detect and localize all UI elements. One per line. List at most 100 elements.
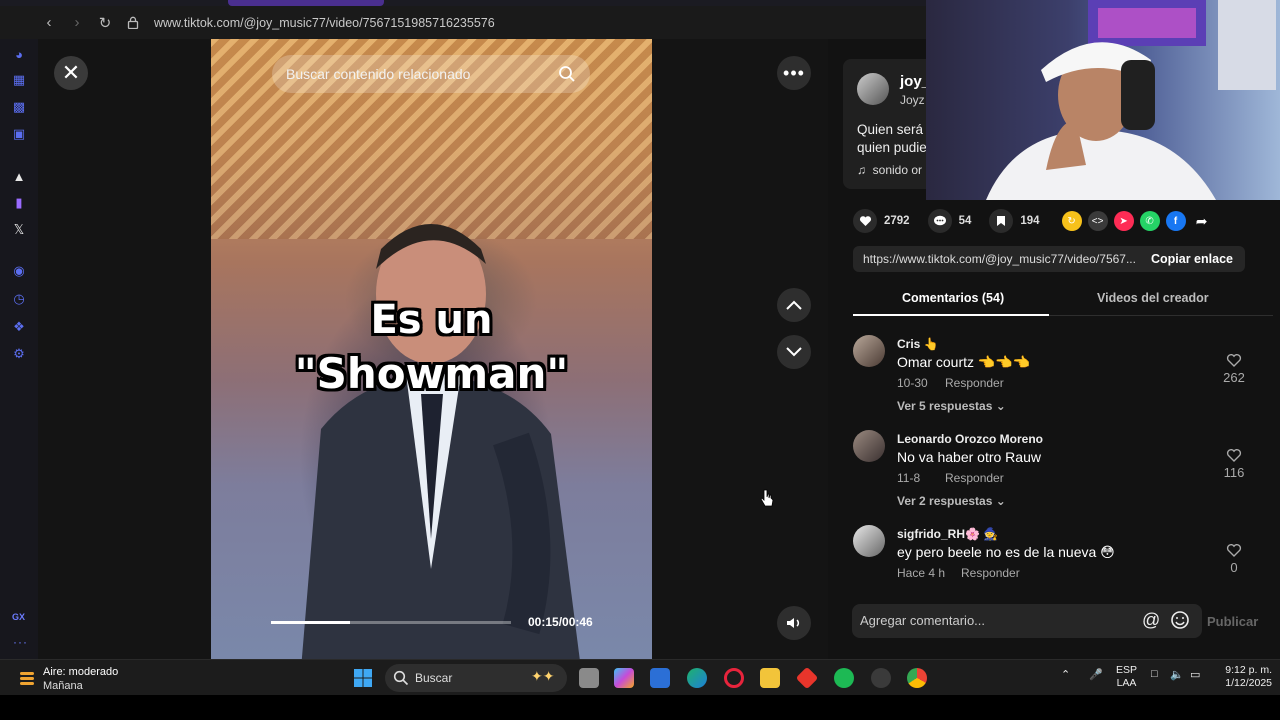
tab-comments[interactable]: Comentarios (54) (902, 291, 1004, 305)
comment-text: Omar courtz 👈👈👈 (897, 354, 1031, 370)
battery-icon[interactable]: ▭ (1190, 668, 1200, 681)
spotify-icon[interactable] (834, 668, 854, 688)
creator-nickname: Joyz (900, 93, 925, 107)
task-view-icon[interactable] (579, 668, 599, 688)
network-icon[interactable]: □ (1151, 668, 1158, 680)
emoji-icon[interactable] (1170, 610, 1190, 630)
embed-icon[interactable]: <> (1087, 211, 1108, 231)
weather-widget[interactable]: Aire: moderado Mañana (18, 663, 148, 693)
publish-button[interactable]: Publicar (1207, 614, 1258, 629)
next-video-icon[interactable] (777, 335, 811, 369)
shop-icon[interactable]: ▦ (11, 72, 27, 88)
more-icon[interactable]: ··· (13, 635, 28, 649)
windows-taskbar: Aire: moderado Mañana Buscar ✦✦ ⌃ 🎤 ESP … (0, 659, 1280, 695)
mention-icon[interactable]: @ (1142, 610, 1160, 631)
comment-text: No va haber otro Rauw (897, 449, 1041, 465)
tray-overflow-icon[interactable]: ⌃ (1061, 668, 1070, 681)
video-stage: ✕ Buscar contenido relacionado Es un "Sh… (38, 39, 828, 659)
comment-text: ey pero beele no es de la nueva 😳 (897, 544, 1115, 560)
windows-start-icon[interactable] (353, 668, 373, 688)
tab-creator-videos[interactable]: Videos del creador (1097, 291, 1209, 305)
taskbar-search[interactable]: Buscar ✦✦ (385, 664, 567, 692)
twitch-icon[interactable]: ▮ (11, 195, 27, 211)
copy-link-button[interactable]: Copiar enlace (1139, 246, 1245, 272)
aria-icon[interactable]: ▲ (11, 168, 27, 184)
forward-icon[interactable]: › (66, 12, 88, 34)
heart-outline-icon[interactable] (1226, 542, 1242, 558)
facebook-icon[interactable]: f (1165, 211, 1186, 231)
speed-dial-icon[interactable]: ◕ (11, 46, 27, 62)
send-icon[interactable]: ➤ (1113, 211, 1134, 231)
commenter-name[interactable]: sigfrido_RH🌸 🧙 (897, 527, 998, 541)
comment-input-placeholder: Agregar comentario... (860, 613, 986, 628)
like-button[interactable]: 2792 (853, 209, 910, 233)
language-indicator[interactable]: ESP LAA (1116, 664, 1137, 690)
action-bar: 2792 54 194 ↻ <> ➤ ✆ f ➦ (853, 209, 1273, 233)
related-search-placeholder: Buscar contenido relacionado (286, 66, 471, 82)
clock-time: 9:12 p. m. (1225, 664, 1272, 676)
commenter-name[interactable]: Leonardo Orozco Moreno (897, 432, 1043, 446)
steam-icon[interactable] (871, 668, 891, 688)
more-options-icon[interactable]: ••• (777, 56, 811, 90)
chrome-icon[interactable] (907, 668, 927, 688)
file-explorer-icon[interactable] (760, 668, 780, 688)
history-icon[interactable]: ◷ (11, 291, 27, 307)
edge-icon[interactable] (687, 668, 707, 688)
weather-period: Mañana (43, 680, 83, 692)
close-icon[interactable]: ✕ (54, 56, 88, 90)
player-icon[interactable]: ◉ (11, 263, 27, 279)
heart-outline-icon[interactable] (1226, 352, 1242, 368)
comment-input[interactable]: Agregar comentario... @ (852, 604, 1202, 638)
commenter-name[interactable]: Cris 👆 (897, 337, 939, 351)
save-button[interactable]: 194 (989, 209, 1040, 233)
microphone-icon[interactable]: 🎤 (1089, 668, 1103, 681)
anydesk-icon[interactable] (795, 666, 819, 690)
opera-gx-icon[interactable] (724, 668, 744, 688)
copilot-sparkle-icon: ✦✦ (531, 668, 555, 684)
view-replies-button[interactable]: Ver 2 respuestas ⌄ (897, 494, 1006, 508)
lock-icon (122, 12, 144, 34)
previous-video-icon[interactable] (777, 288, 811, 322)
extensions-icon[interactable]: ❖ (11, 319, 27, 335)
video-time: 00:15/00:46 (528, 615, 593, 629)
comment-button[interactable]: 54 (927, 209, 971, 233)
air-quality-icon (20, 672, 34, 685)
related-search-bar[interactable]: Buscar contenido relacionado (272, 55, 590, 93)
reload-icon[interactable]: ↻ (94, 12, 116, 34)
search-icon[interactable] (558, 65, 576, 83)
reply-button[interactable]: Responder (945, 376, 1004, 390)
outlook-icon[interactable] (650, 668, 670, 688)
url-text[interactable]: www.tiktok.com/@joy_music77/video/756715… (154, 16, 495, 30)
heart-outline-icon[interactable] (1226, 447, 1242, 463)
settings-icon[interactable]: ⚙ (11, 346, 27, 362)
comment-date: 10-30 (897, 376, 928, 390)
music-link[interactable]: ♫ sonido or (857, 163, 922, 177)
view-replies-button[interactable]: Ver 5 respuestas ⌄ (897, 399, 1006, 413)
panel-tabs: Comentarios (54) Videos del creador (853, 283, 1273, 316)
reply-button[interactable]: Responder (945, 471, 1004, 485)
x-icon[interactable]: 𝕏 (11, 222, 27, 238)
reply-button[interactable]: Responder (961, 566, 1020, 580)
heart-icon (853, 209, 877, 233)
video-progress-bar[interactable] (271, 621, 511, 624)
back-icon[interactable]: ‹ (38, 12, 60, 34)
speaker-icon[interactable]: 🔈 (1170, 668, 1184, 681)
messenger-icon[interactable]: ▣ (11, 126, 27, 142)
comment-list: Cris 👆 Omar courtz 👈👈👈 10-30 Responder V… (828, 329, 1280, 584)
creator-avatar[interactable] (857, 73, 889, 105)
gx-label[interactable]: GX (12, 612, 25, 622)
commenter-avatar[interactable] (853, 335, 885, 367)
gx-corner-icon[interactable]: ▩ (11, 99, 27, 115)
share-icon[interactable]: ➦ (1192, 211, 1212, 231)
copilot-icon[interactable] (614, 668, 634, 688)
search-icon (393, 670, 409, 686)
commenter-avatar[interactable] (853, 525, 885, 557)
repost-icon[interactable]: ↻ (1061, 211, 1082, 231)
video-player[interactable]: Buscar contenido relacionado Es un "Show… (211, 39, 652, 659)
save-count: 194 (1020, 215, 1040, 227)
system-clock[interactable]: 9:12 p. m. 1/12/2025 (1212, 664, 1272, 690)
volume-icon[interactable] (777, 606, 811, 640)
commenter-avatar[interactable] (853, 430, 885, 462)
video-description: Quien será quien pudie (857, 121, 937, 157)
whatsapp-icon[interactable]: ✆ (1139, 211, 1160, 231)
